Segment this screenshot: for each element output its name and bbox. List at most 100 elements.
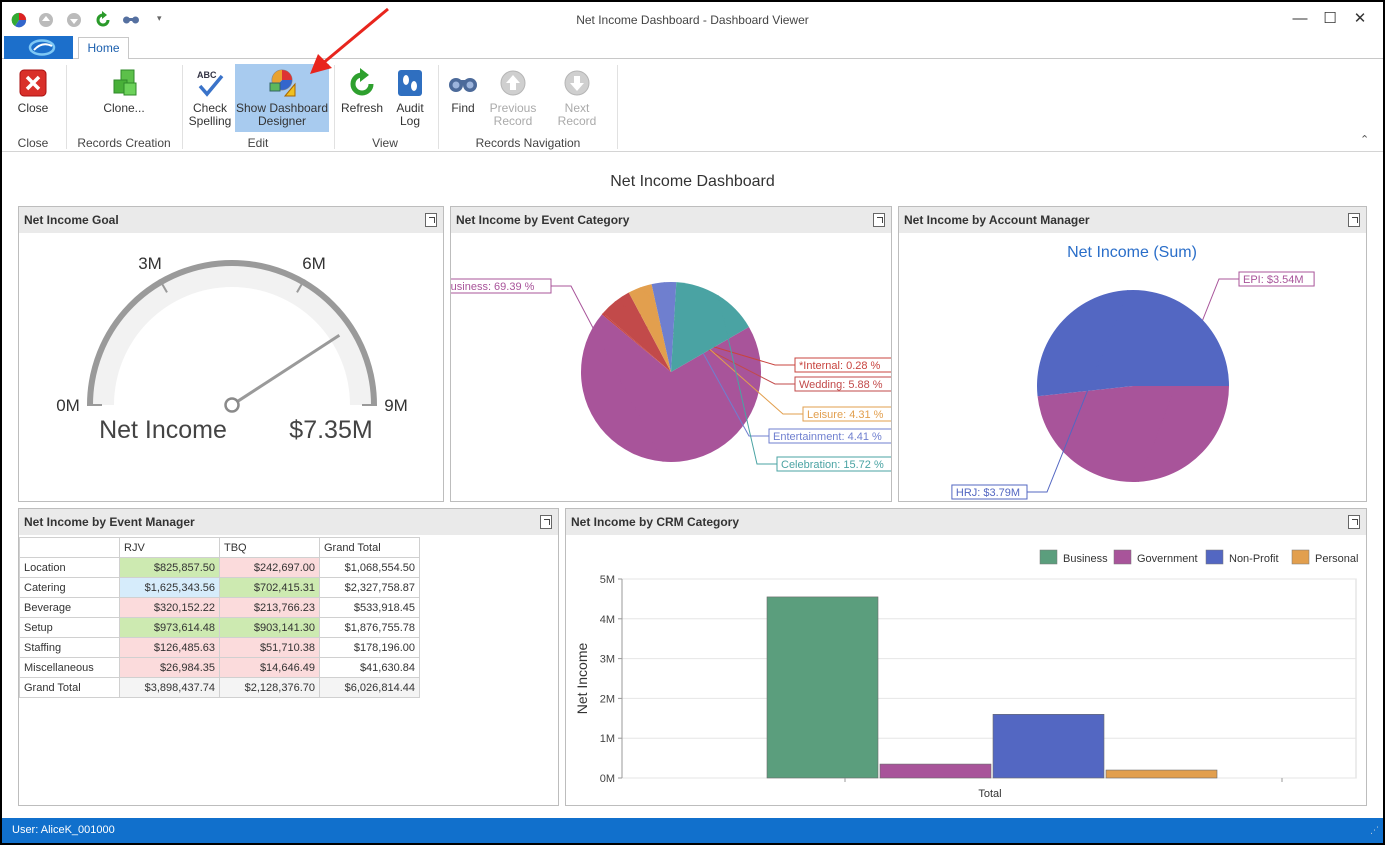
pie-slice-label: Leisure: 4.31 % xyxy=(807,409,884,421)
audit-log-label-1: Audit xyxy=(396,101,424,115)
pivot-cell[interactable]: $1,876,755.78 xyxy=(319,617,420,638)
pivot-row-header[interactable]: Location xyxy=(19,557,120,578)
ribbon-tab-row: Home xyxy=(2,36,1383,60)
close-button[interactable]: Close xyxy=(12,64,54,132)
group-edit: Edit xyxy=(247,136,269,150)
collapse-ribbon-icon[interactable]: ⌃ xyxy=(1360,133,1369,146)
pivot-cell[interactable]: $242,697.00 xyxy=(219,557,320,578)
pivot-column-header[interactable]: RJV xyxy=(119,537,220,558)
y-axis-label: Net Income xyxy=(574,642,590,714)
application-menu-button[interactable] xyxy=(4,36,73,59)
pie-area: Net Income (Sum) EPI: $3.54M HRJ: $3.79M xyxy=(899,233,1366,501)
panel-net-income-goal: Net Income Goal 0M 3M 6M 9M Net Income $7.35M xyxy=(18,206,444,502)
pivot-cell[interactable]: $2,327,758.87 xyxy=(319,577,420,598)
maximize-button[interactable]: ☐ xyxy=(1315,8,1345,30)
legend-swatch xyxy=(1291,549,1310,565)
export-icon[interactable] xyxy=(540,515,552,529)
pie-slice xyxy=(1037,386,1229,482)
previous-record-button[interactable]: Previous Record xyxy=(488,64,538,132)
export-icon[interactable] xyxy=(873,213,885,227)
pivot-cell[interactable]: $320,152.22 xyxy=(119,597,220,618)
dashboard-viewer-window: ▾ Net Income Dashboard - Dashboard Viewe… xyxy=(2,2,1383,843)
export-icon[interactable] xyxy=(1348,515,1360,529)
export-icon[interactable] xyxy=(425,213,437,227)
pivot-cell[interactable]: $973,614.48 xyxy=(119,617,220,638)
ribbon-separator xyxy=(438,65,439,149)
pivot-row: Location $825,857.50 $242,697.00 $1,068,554… xyxy=(19,557,420,578)
y-tick-label: 3M xyxy=(600,654,615,666)
group-records-navigation: Records Navigation xyxy=(475,136,581,150)
pivot-cell[interactable]: $1,625,343.56 xyxy=(119,577,220,598)
audit-log-label-2: Log xyxy=(399,114,421,128)
app-menu-logo-icon xyxy=(28,39,56,56)
pivot-cell[interactable]: $126,485.63 xyxy=(119,637,220,658)
bar xyxy=(766,596,879,779)
pivot-cell[interactable]: $1,068,554.50 xyxy=(319,557,420,578)
pivot-row-header[interactable]: Catering xyxy=(19,577,120,598)
pie-slice-label: EPI: $3.54M xyxy=(1243,274,1304,286)
pivot-column-header[interactable]: TBQ xyxy=(219,537,320,558)
panel-header: Net Income by Account Manager xyxy=(899,207,1366,233)
y-tick-label: 2M xyxy=(600,693,615,705)
pivot-row-header[interactable]: Beverage xyxy=(19,597,120,618)
export-icon[interactable] xyxy=(1348,213,1360,227)
clone-button[interactable]: Clone... xyxy=(94,64,154,132)
pivot-row: Miscellaneous $26,984.35 $14,646.49 $41,630… xyxy=(19,657,420,678)
legend-label: Business xyxy=(1063,553,1108,565)
pivot-area: RJV TBQ Grand Total Location $825,857.50 $… xyxy=(19,535,558,805)
pie-slice xyxy=(1037,290,1229,397)
pivot-row-header[interactable]: Grand Total xyxy=(19,677,120,698)
check-spelling-button[interactable]: ABC Check Spelling xyxy=(188,64,232,132)
pivot-cell[interactable]: $533,918.45 xyxy=(319,597,420,618)
pie-slice-label: *Internal: 0.28 % xyxy=(799,360,881,372)
gauge-band xyxy=(90,263,374,405)
pivot-row: Setup $973,614.48 $903,141.30 $1,876,755.78 xyxy=(19,617,420,638)
pivot-cell[interactable]: $14,646.49 xyxy=(219,657,320,678)
panel-title: Net Income by Event Manager xyxy=(24,515,195,529)
svg-text:ABC: ABC xyxy=(197,70,217,80)
legend-label: Government xyxy=(1137,553,1198,565)
close-window-button[interactable]: ✕ xyxy=(1345,8,1375,30)
pivot-grand-total-row: Grand Total $3,898,437.74 $2,128,376.70 $6,… xyxy=(19,677,420,698)
pivot-cell[interactable]: $702,415.31 xyxy=(219,577,320,598)
clone-cubes-icon xyxy=(113,69,137,96)
show-designer-label-1: Show Dashboard xyxy=(235,101,329,115)
pivot-row-header[interactable]: Staffing xyxy=(19,637,120,658)
legend-swatch xyxy=(1113,549,1132,565)
tab-home[interactable]: Home xyxy=(78,37,129,60)
next-record-button[interactable]: Next Record xyxy=(544,64,610,132)
bar xyxy=(1105,769,1218,779)
pivot-cell[interactable]: $903,141.30 xyxy=(219,617,320,638)
y-tick-label: 0M xyxy=(600,773,615,785)
audit-log-footprints-icon xyxy=(398,70,422,96)
next-record-label: Next Record xyxy=(557,101,597,128)
gauge-needle-hub xyxy=(224,397,240,413)
binoculars-icon xyxy=(449,78,477,92)
gauge-label: Net Income xyxy=(99,416,227,444)
resize-grip-icon[interactable]: ⋰ xyxy=(1370,818,1379,843)
ribbon-separator xyxy=(182,65,183,149)
pivot-row-header[interactable]: Miscellaneous xyxy=(19,657,120,678)
gauge-tick-label: 0M xyxy=(56,396,80,415)
pivot-row-header[interactable]: Setup xyxy=(19,617,120,638)
y-tick-label: 4M xyxy=(600,614,615,626)
pie-slice-label: Celebration: 15.72 % xyxy=(781,459,884,471)
pivot-cell[interactable]: $2,128,376.70 xyxy=(219,677,320,698)
find-button[interactable]: Find xyxy=(444,64,482,132)
pivot-cell[interactable]: $213,766.23 xyxy=(219,597,320,618)
bar xyxy=(992,714,1105,779)
pivot-grid[interactable]: RJV TBQ Grand Total Location $825,857.50 $… xyxy=(19,537,420,698)
pivot-cell[interactable]: $41,630.84 xyxy=(319,657,420,678)
minimize-button[interactable]: — xyxy=(1285,8,1315,30)
audit-log-button[interactable]: Audit Log xyxy=(390,64,430,132)
pivot-cell[interactable]: $26,984.35 xyxy=(119,657,220,678)
pivot-cell[interactable]: $178,196.00 xyxy=(319,637,420,658)
title-bar: ▾ Net Income Dashboard - Dashboard Viewe… xyxy=(2,2,1383,36)
pivot-cell[interactable]: $825,857.50 xyxy=(119,557,220,578)
pivot-column-header[interactable]: Grand Total xyxy=(319,537,420,558)
pivot-cell[interactable]: $6,026,814.44 xyxy=(319,677,420,698)
legend-swatch xyxy=(1039,549,1058,565)
pivot-cell[interactable]: $51,710.38 xyxy=(219,637,320,658)
y-tick-label: 1M xyxy=(600,733,615,745)
pivot-cell[interactable]: $3,898,437.74 xyxy=(119,677,220,698)
